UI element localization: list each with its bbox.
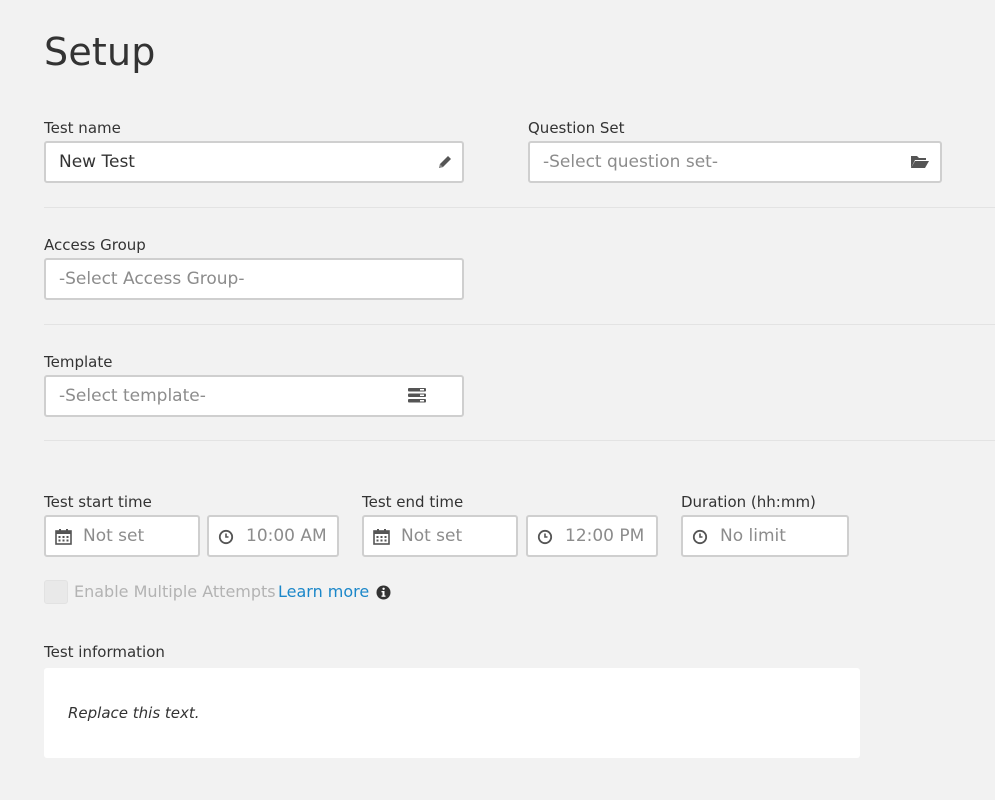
calendar-icon [373,528,390,550]
access-group-select[interactable]: -Select Access Group- [44,258,464,300]
start-date-input[interactable]: Not set [44,515,200,557]
test-name-input[interactable]: New Test [44,141,464,183]
clock-icon [218,529,234,550]
start-time-value: 10:00 AM [246,526,327,546]
folder-open-icon[interactable] [910,154,930,175]
test-name-value: New Test [59,152,135,172]
multiple-attempts-label: Enable Multiple Attempts [74,582,276,601]
end-time-label: Test end time [362,493,464,511]
template-label: Template [44,353,113,371]
pencil-icon[interactable] [437,154,453,175]
section-divider [44,440,995,441]
end-date-input[interactable]: Not set [362,515,518,557]
start-time-label: Test start time [44,493,152,511]
start-date-value: Not set [83,526,145,546]
start-time-input[interactable]: 10:00 AM [207,515,339,557]
end-date-value: Not set [401,526,463,546]
question-set-select[interactable]: -Select question set- [528,141,942,183]
clock-icon [537,529,553,550]
test-information-label: Test information [44,643,165,661]
duration-value: No limit [720,526,786,546]
template-list-icon[interactable] [408,387,426,408]
test-information-text: Replace this text. [68,704,200,722]
section-divider [44,324,995,325]
template-placeholder: -Select template- [59,386,206,406]
info-icon[interactable] [376,585,391,604]
end-time-input[interactable]: 12:00 PM [526,515,658,557]
question-set-placeholder: -Select question set- [543,152,718,172]
duration-input[interactable]: No limit [681,515,849,557]
access-group-placeholder: -Select Access Group- [59,269,245,289]
access-group-label: Access Group [44,236,146,254]
clock-icon [692,529,708,550]
template-select[interactable]: -Select template- [44,375,464,417]
end-time-value: 12:00 PM [565,526,645,546]
test-information-editor[interactable]: Replace this text. [44,668,860,758]
duration-label: Duration (hh:mm) [681,493,816,511]
calendar-icon [55,528,72,550]
section-divider [44,207,995,208]
multiple-attempts-checkbox[interactable] [44,580,68,604]
page-title: Setup [44,30,156,74]
test-name-label: Test name [44,119,121,137]
learn-more-link[interactable]: Learn more [278,582,369,601]
question-set-label: Question Set [528,119,625,137]
